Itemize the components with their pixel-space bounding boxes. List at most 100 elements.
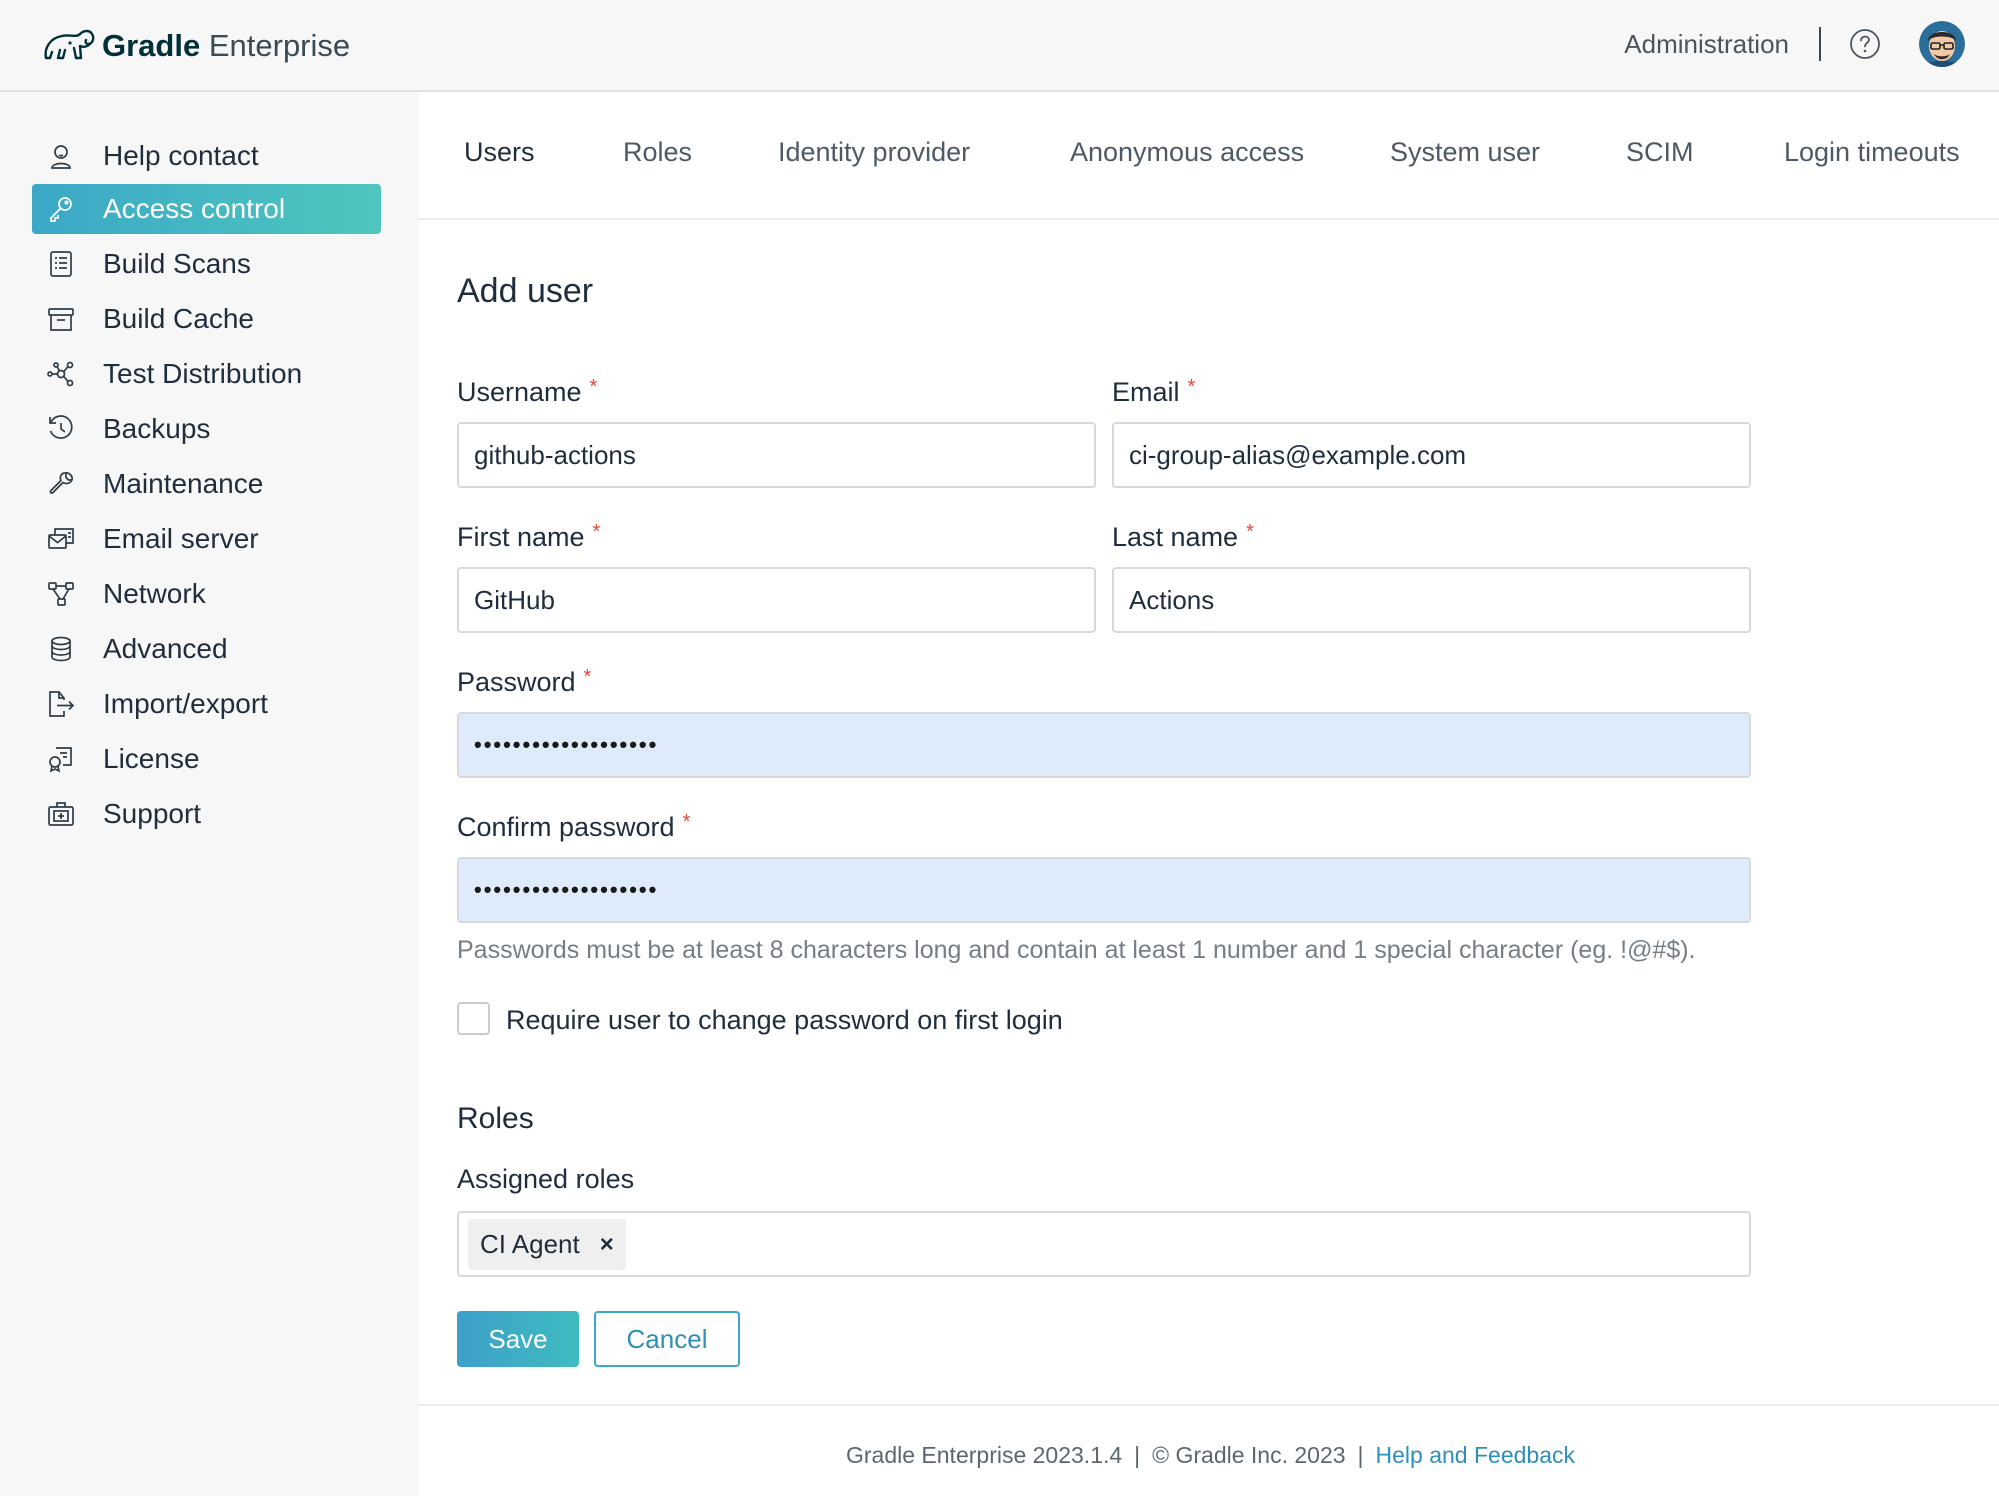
require-password-change-checkbox[interactable] [457,1002,490,1035]
email-value: ci-group-alias@example.com [1129,439,1467,470]
sidebar-item-backups[interactable]: Backups [32,404,381,454]
database-icon [44,632,78,666]
cancel-button[interactable]: Cancel [594,1311,740,1367]
confirm-password-field[interactable]: ••••••••••••••••••• [457,857,1751,923]
question-circle-icon[interactable] [1849,28,1881,60]
history-icon [44,412,78,446]
sidebar-item-build-scans[interactable]: Build Scans [32,239,381,289]
username-label: Username * [457,376,598,408]
top-header: Gradle Enterprise Administration [0,0,1999,92]
username-label-text: Username [457,377,582,407]
footer-copyright: © Gradle Inc. 2023 [1152,1442,1346,1468]
sidebar-item-import-export[interactable]: Import/export [32,679,381,729]
confirm-password-label: Confirm password * [457,811,691,843]
required-marker: * [589,376,598,398]
page-footer: Gradle Enterprise 2023.1.4 | © Gradle Inc.… [418,1404,1999,1496]
sidebar-item-network[interactable]: Network [32,569,381,619]
footer-separator: | [1357,1442,1364,1468]
last-name-field[interactable]: Actions [1112,567,1751,633]
key-icon [44,192,78,226]
password-masked-value: ••••••••••••••••••• [474,732,659,757]
password-label: Password * [457,666,592,698]
sidebar-item-label: Maintenance [103,468,264,499]
tab-identity-provider[interactable]: Identity provider [778,137,970,168]
required-marker: * [1187,376,1196,398]
required-marker: * [682,811,691,833]
email-label: Email * [1112,376,1196,408]
footer-version: Gradle Enterprise 2023.1.4 [846,1442,1123,1468]
username-value: github-actions [474,439,636,470]
sidebar-item-label: License [103,743,200,774]
administration-link[interactable]: Administration [1624,29,1789,60]
first-name-label-text: First name [457,522,585,552]
export-icon [44,687,78,721]
sidebar-item-advanced[interactable]: Advanced [32,624,381,674]
tab-scim[interactable]: SCIM [1626,137,1694,168]
sidebar-item-label: Import/export [103,688,268,719]
network-icon [44,577,78,611]
first-name-field[interactable]: GitHub [457,567,1096,633]
avatar-face-icon [1919,21,1965,67]
sidebar-item-label: Email server [103,523,259,554]
user-avatar[interactable] [1919,21,1965,67]
sidebar-item-help-contact[interactable]: Help contact [32,131,381,181]
sidebar-item-label: Advanced [103,633,228,664]
save-button[interactable]: Save [457,1311,579,1367]
brand-logo[interactable]: Gradle Enterprise [40,18,350,74]
password-field[interactable]: ••••••••••••••••••• [457,712,1751,778]
username-field[interactable]: github-actions [457,422,1096,488]
archive-icon [44,302,78,336]
sidebar-item-label: Network [103,578,206,609]
sidebar-item-label: Access control [103,193,286,224]
header-divider [1819,27,1821,61]
role-chip-ci-agent: CI Agent × [468,1219,626,1270]
sidebar-item-maintenance[interactable]: Maintenance [32,459,381,509]
admin-sidebar: Help contact Access control Build Scans … [0,92,418,1496]
sidebar-item-test-distribution[interactable]: Test Distribution [32,349,381,399]
sidebar-item-label: Support [103,798,202,829]
sidebar-item-build-cache[interactable]: Build Cache [32,294,381,344]
first-name-value: GitHub [474,584,555,615]
sidebar-item-access-control[interactable]: Access control [32,184,381,234]
tab-roles[interactable]: Roles [623,137,692,168]
password-hint: Passwords must be at least 8 characters … [457,936,1696,964]
tab-system-user[interactable]: System user [1390,137,1540,168]
password-label-text: Password [457,667,576,697]
email-label-text: Email [1112,377,1180,407]
tab-anonymous-access[interactable]: Anonymous access [1070,137,1304,168]
required-marker: * [592,521,601,543]
confirm-password-label-text: Confirm password [457,812,675,842]
sidebar-item-email-server[interactable]: Email server [32,514,381,564]
sidebar-item-license[interactable]: License [32,734,381,784]
page-title: Add user [457,272,594,310]
sidebar-item-label: Build Scans [103,248,251,279]
email-field[interactable]: ci-group-alias@example.com [1112,422,1751,488]
license-icon [44,742,78,776]
last-name-value: Actions [1129,584,1215,615]
confirm-password-masked-value: ••••••••••••••••••• [474,877,659,902]
required-marker: * [583,666,592,688]
roles-section-title: Roles [457,1102,534,1135]
brand-name-light: Enterprise [208,28,351,63]
email-server-icon [44,522,78,556]
first-name-label: First name * [457,521,601,553]
list-icon [44,247,78,281]
sidebar-item-label: Test Distribution [103,358,303,389]
sidebar-item-label: Build Cache [103,303,254,334]
remove-role-icon[interactable]: × [600,1231,614,1259]
sidebar-item-support[interactable]: Support [32,789,381,839]
role-chip-label: CI Agent [480,1229,580,1259]
footer-separator: | [1134,1442,1141,1468]
access-control-tabs: Users Roles Identity provider Anonymous … [418,92,1999,220]
require-password-change-label[interactable]: Require user to change password on first… [506,1005,1063,1036]
distribution-icon [44,357,78,391]
help-feedback-link[interactable]: Help and Feedback [1376,1442,1575,1468]
required-marker: * [1246,521,1254,543]
tab-users[interactable]: Users [464,137,535,168]
tab-login-timeouts[interactable]: Login timeouts [1784,137,1960,168]
last-name-label-text: Last name [1112,522,1239,552]
elephant-logo-icon [44,29,95,60]
assigned-roles-field[interactable] [457,1211,1751,1277]
brand-name-bold: Gradle [102,28,201,63]
assigned-roles-label: Assigned roles [457,1164,635,1194]
